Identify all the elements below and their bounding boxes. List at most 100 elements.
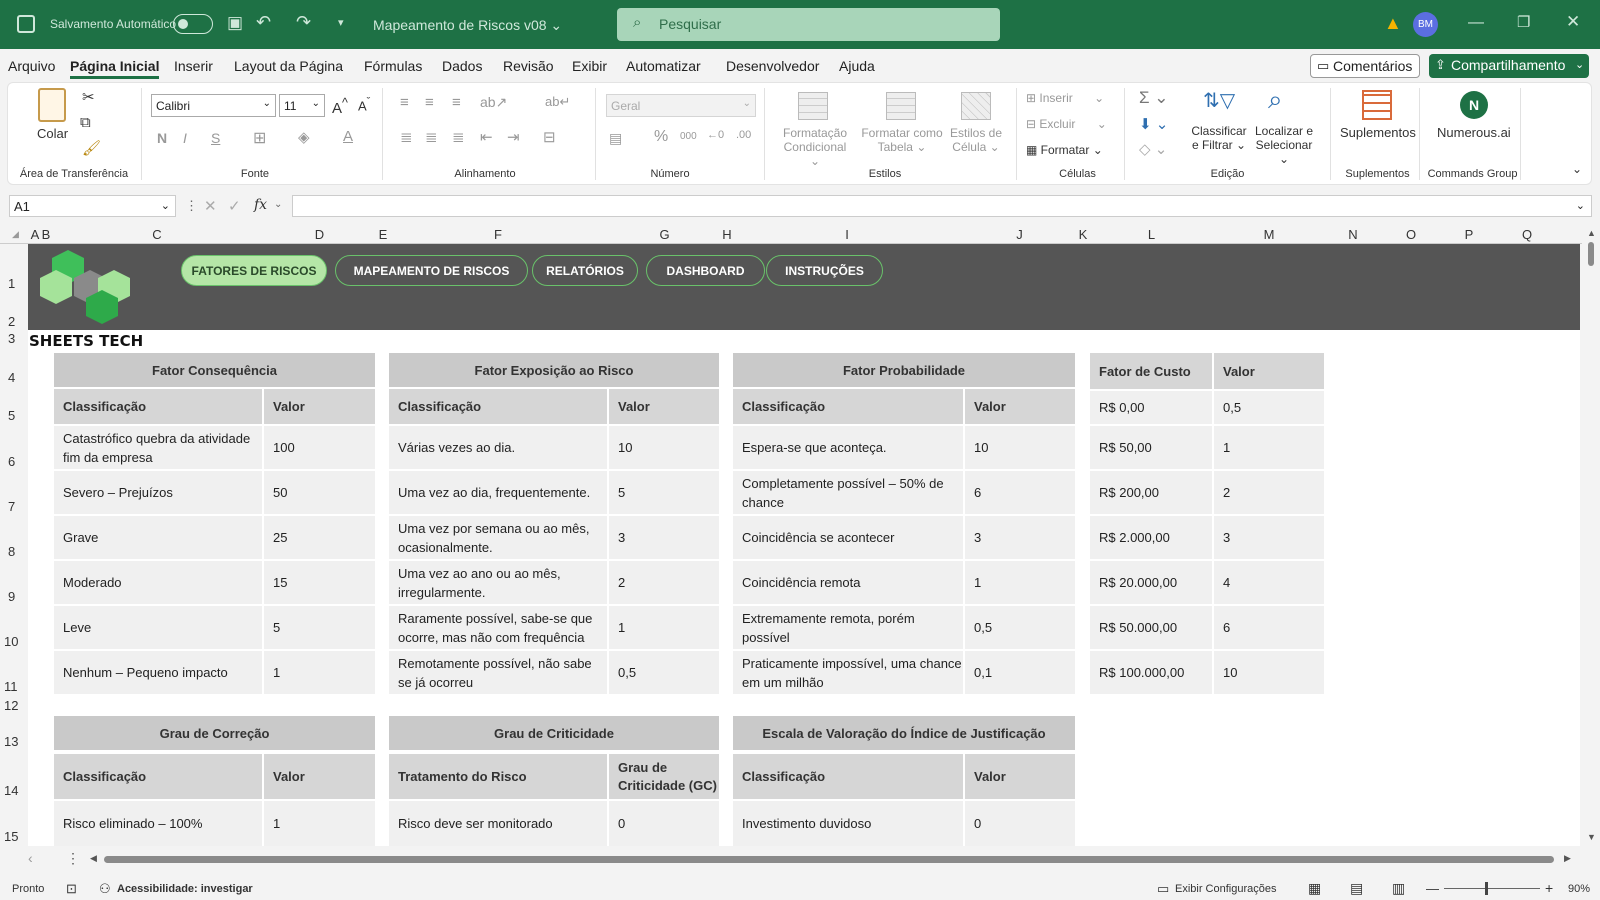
restore-icon[interactable]: ❐ xyxy=(1517,13,1530,31)
avatar[interactable]: BM xyxy=(1413,12,1438,37)
row-header[interactable]: 8 xyxy=(8,544,15,559)
zoom-level[interactable]: 90% xyxy=(1568,883,1590,895)
row-header[interactable]: 7 xyxy=(8,499,15,514)
numerous-ai-label[interactable]: Numerous.ai xyxy=(1437,125,1511,140)
autosum-icon[interactable]: Σ ⌄ xyxy=(1139,88,1168,108)
column-header[interactable]: P xyxy=(1440,227,1498,242)
number-format-select[interactable]: Geral ⌄ xyxy=(606,94,756,117)
numerous-ai-icon[interactable]: N xyxy=(1460,91,1488,119)
menu-layout[interactable]: Layout da Página xyxy=(234,58,343,74)
redo-icon[interactable]: ↷ xyxy=(296,12,311,33)
formula-input[interactable]: ⌄ xyxy=(292,195,1592,217)
horizontal-scroll-thumb[interactable] xyxy=(104,856,1554,863)
table-cell[interactable]: 2 xyxy=(609,561,719,604)
borders-icon[interactable]: ⊞ xyxy=(253,128,266,148)
normal-view-icon[interactable]: ▦ xyxy=(1308,880,1321,897)
table-cell[interactable]: 3 xyxy=(609,516,719,559)
table-cell[interactable]: 1 xyxy=(264,801,375,846)
row-header[interactable]: 15 xyxy=(4,829,18,844)
increase-indent-icon[interactable]: ⇥ xyxy=(507,128,520,146)
table-cell[interactable]: Risco eliminado – 100% xyxy=(54,801,262,846)
menu-automatizar[interactable]: Automatizar xyxy=(626,58,701,74)
row-header[interactable]: 9 xyxy=(8,589,15,604)
table-cell[interactable]: 2 xyxy=(1214,471,1324,514)
row-header[interactable]: 11 xyxy=(4,679,18,694)
table-cell[interactable]: 0 xyxy=(965,801,1075,846)
decrease-decimal-icon[interactable]: .00 xyxy=(736,129,751,141)
row-header[interactable]: 2 xyxy=(8,314,15,329)
table-cell[interactable]: Risco deve ser monitorado xyxy=(389,801,607,846)
conditional-format-icon[interactable] xyxy=(798,92,828,120)
scroll-right-icon[interactable]: ▶ xyxy=(1564,853,1571,864)
wrap-text-icon[interactable]: ab↵ xyxy=(545,94,570,110)
font-name-select[interactable]: Calibri ⌄ xyxy=(151,94,276,117)
insert-function-icon[interactable]: fx xyxy=(254,197,267,213)
sort-filter-label[interactable]: Classificar e Filtrar ⌄ xyxy=(1187,124,1251,152)
table-cell[interactable]: Completamente possível – 50% de chance xyxy=(733,471,963,514)
confirm-entry-icon[interactable]: ✓ xyxy=(228,197,241,215)
format-table-label[interactable]: Formatar como Tabela ⌄ xyxy=(858,126,946,154)
font-color-icon[interactable]: A xyxy=(343,128,353,145)
underline-icon[interactable]: S xyxy=(211,130,220,146)
vertical-scroll-thumb[interactable] xyxy=(1588,242,1594,266)
undo-icon[interactable]: ↶ xyxy=(256,12,271,33)
menu-inserir[interactable]: Inserir xyxy=(174,58,213,74)
table-cell[interactable]: Praticamente impossível, uma chance em u… xyxy=(733,651,963,694)
format-painter-icon[interactable]: 🖌 xyxy=(82,139,101,157)
clear-icon[interactable]: ◇ ⌄ xyxy=(1139,140,1167,158)
table-cell[interactable]: 5 xyxy=(264,606,375,649)
file-name[interactable]: Mapeamento de Riscos v08 ⌄ xyxy=(373,17,562,34)
delete-cells-button[interactable]: ⊟ Excluir ⌄ xyxy=(1026,117,1107,131)
table-cell[interactable]: Moderado xyxy=(54,561,262,604)
minimize-icon[interactable]: — xyxy=(1468,14,1484,32)
align-top-icon[interactable]: ≡ xyxy=(400,94,409,111)
table-cell[interactable]: Leve xyxy=(54,606,262,649)
table-cell[interactable]: Nenhum – Pequeno impacto xyxy=(54,651,262,694)
table-cell[interactable]: 25 xyxy=(264,516,375,559)
table-cell[interactable]: Grave xyxy=(54,516,262,559)
table-cell[interactable]: 1 xyxy=(1214,426,1324,469)
nav-dashboard[interactable]: DASHBOARD xyxy=(646,255,765,286)
table-cell[interactable]: 1 xyxy=(264,651,375,694)
accessibility-status[interactable]: Acessibilidade: investigar xyxy=(117,883,253,895)
warning-icon[interactable]: ▲ xyxy=(1384,13,1402,34)
nav-instrucoes[interactable]: INSTRUÇÕES xyxy=(766,255,883,286)
table-cell[interactable]: 50 xyxy=(264,471,375,514)
comments-button[interactable]: ▭ Comentários xyxy=(1310,54,1420,78)
table-cell[interactable]: R$ 50.000,00 xyxy=(1090,606,1212,649)
column-header[interactable]: J xyxy=(962,227,1077,242)
table-cell[interactable]: R$ 100.000,00 xyxy=(1090,651,1212,694)
column-header[interactable]: C xyxy=(52,227,262,242)
bold-icon[interactable]: N xyxy=(157,130,167,146)
table-cell[interactable]: 15 xyxy=(264,561,375,604)
scroll-down-icon[interactable]: ▼ xyxy=(1587,832,1596,842)
menu-dados[interactable]: Dados xyxy=(442,58,482,74)
sheet-options-icon[interactable]: ⋮ xyxy=(66,850,80,867)
collapse-ribbon-icon[interactable]: ⌄ xyxy=(1572,162,1582,176)
table-cell[interactable]: 10 xyxy=(965,426,1075,469)
display-settings-icon[interactable]: ▭ xyxy=(1157,881,1169,897)
name-box[interactable]: A1 ⌄ xyxy=(9,195,176,217)
nav-fatores-riscos[interactable]: FATORES DE RISCOS xyxy=(181,255,327,286)
shrink-font-icon[interactable]: Aˇ xyxy=(358,96,370,113)
column-header[interactable]: Q xyxy=(1498,227,1556,242)
scroll-up-icon[interactable]: ▲ xyxy=(1587,228,1596,238)
add-ins-icon[interactable] xyxy=(1362,90,1392,120)
fill-color-icon[interactable]: ◈ xyxy=(298,128,310,146)
font-size-select[interactable]: 11 ⌄ xyxy=(279,94,325,117)
find-select-label[interactable]: Localizar e Selecionar ⌄ xyxy=(1249,124,1319,166)
thousands-icon[interactable]: 000 xyxy=(680,131,697,142)
table-cell[interactable]: Uma vez por semana ou ao mês, ocasionalm… xyxy=(389,516,607,559)
table-cell[interactable]: R$ 2.000,00 xyxy=(1090,516,1212,559)
orientation-icon[interactable]: ab↗ xyxy=(480,94,507,111)
menu-formulas[interactable]: Fórmulas xyxy=(364,58,422,74)
column-header[interactable]: I xyxy=(732,227,962,242)
fill-icon[interactable]: ⬇ ⌄ xyxy=(1139,115,1168,133)
sort-filter-icon[interactable]: ⇅▽ xyxy=(1203,88,1235,113)
macro-record-icon[interactable]: ⊡ xyxy=(66,881,77,897)
menu-desenvolvedor[interactable]: Desenvolvedor xyxy=(726,58,819,74)
table-cell[interactable]: 3 xyxy=(965,516,1075,559)
table-cell[interactable]: Uma vez ao dia, frequentemente. xyxy=(389,471,607,514)
row-header[interactable]: 5 xyxy=(8,408,15,423)
table-cell[interactable]: Espera-se que aconteça. xyxy=(733,426,963,469)
